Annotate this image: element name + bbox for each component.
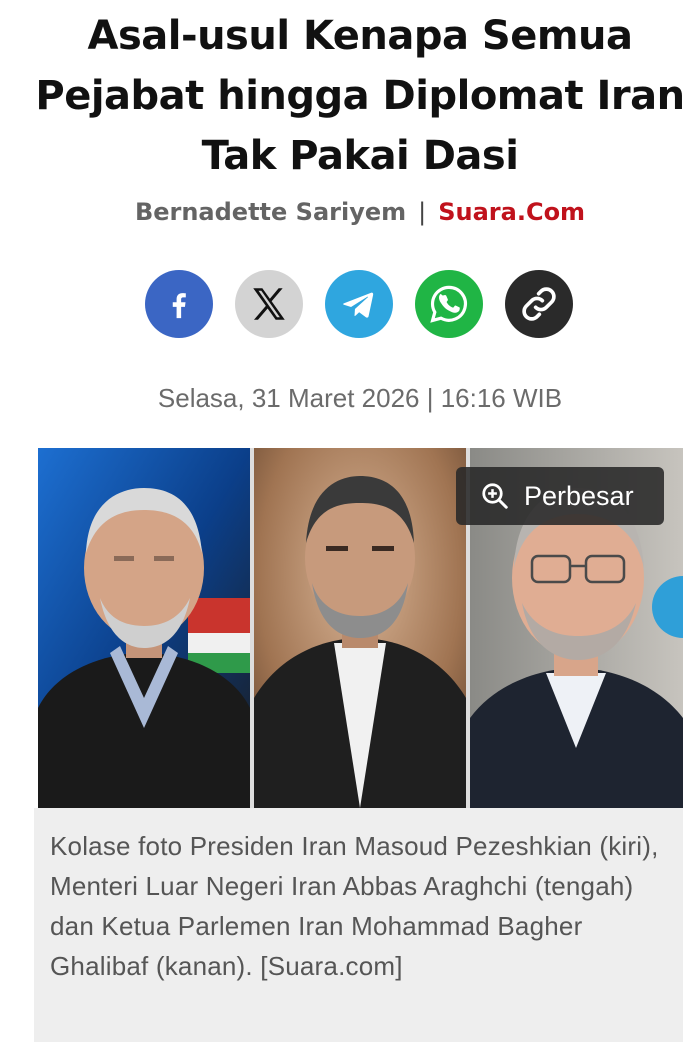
facebook-share-button[interactable] bbox=[145, 270, 213, 338]
byline: Bernadette Sariyem | Suara.Com bbox=[0, 195, 683, 229]
telegram-icon bbox=[343, 292, 374, 318]
share-bar bbox=[145, 270, 575, 338]
byline-separator: | bbox=[418, 198, 427, 226]
link-icon bbox=[522, 287, 556, 321]
photo-caption-box: Kolase foto Presiden Iran Masoud Pezeshk… bbox=[34, 808, 683, 1042]
zoom-in-icon bbox=[480, 481, 510, 511]
telegram-share-button[interactable] bbox=[325, 270, 393, 338]
facebook-icon bbox=[172, 293, 186, 319]
x-share-button[interactable] bbox=[235, 270, 303, 338]
source-link[interactable]: Suara.Com bbox=[438, 198, 585, 226]
photo-caption: Kolase foto Presiden Iran Masoud Pezeshk… bbox=[50, 831, 659, 981]
article-headline: Asal-usul Kenapa Semua Pejabat hingga Di… bbox=[35, 13, 683, 179]
zoom-photo-button[interactable]: Perbesar bbox=[456, 467, 664, 525]
author-name[interactable]: Bernadette Sariyem bbox=[135, 198, 406, 226]
publish-date: Selasa, 31 Maret 2026 | 16:16 WIB bbox=[157, 383, 563, 413]
x-icon bbox=[253, 288, 285, 320]
zoom-label: Perbesar bbox=[524, 480, 634, 511]
photo-left-official bbox=[38, 448, 250, 808]
photo-center-official bbox=[254, 448, 466, 808]
copy-link-button[interactable] bbox=[505, 270, 573, 338]
whatsapp-share-button[interactable] bbox=[415, 270, 483, 338]
whatsapp-icon bbox=[430, 285, 467, 323]
